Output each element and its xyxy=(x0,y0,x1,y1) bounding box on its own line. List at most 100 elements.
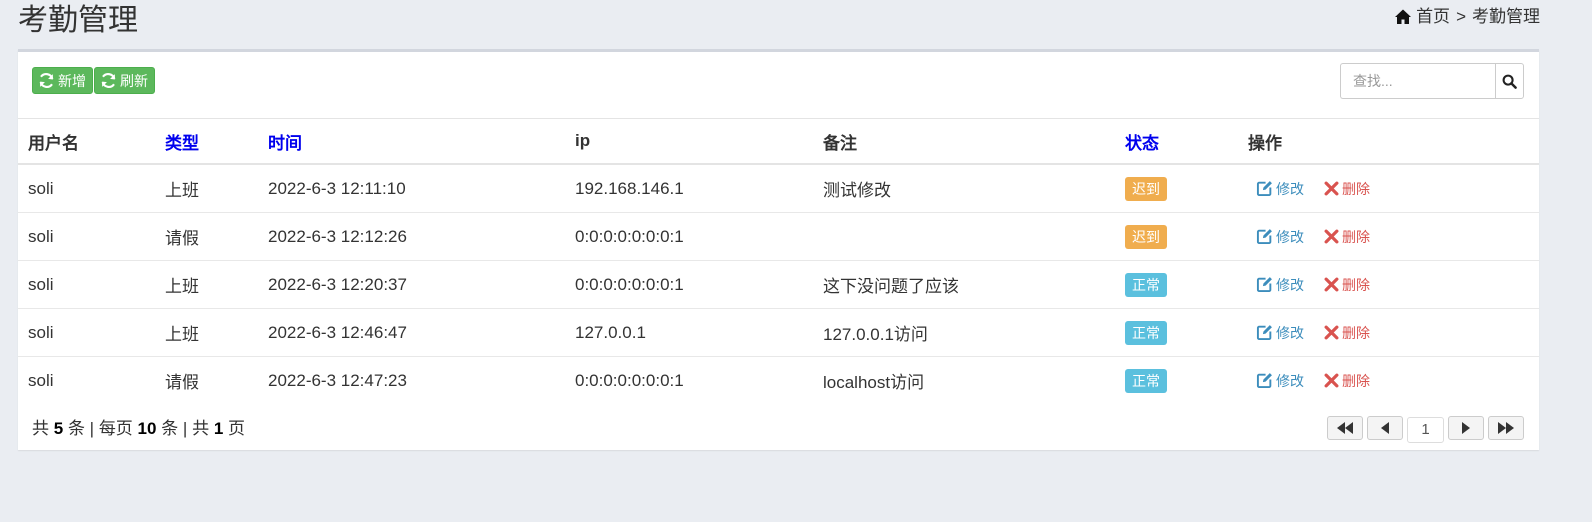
table-row: soli 请假 2022-6-3 12:47:23 0:0:0:0:0:0:0:1 lo… xyxy=(18,357,1539,405)
delete-label: 删除 xyxy=(1342,276,1370,293)
cell-ip: 0:0:0:0:0:0:0:1 xyxy=(565,260,813,309)
header-type[interactable]: 类型 xyxy=(155,118,258,165)
per-page-unit: 条 xyxy=(161,419,179,438)
cell-ip: 0:0:0:0:0:0:0:1 xyxy=(565,212,813,261)
breadcrumb: 首页 > 考勤管理 xyxy=(1394,6,1540,28)
cell-username: soli xyxy=(18,164,155,213)
delete-icon xyxy=(1324,181,1339,196)
refresh-button-label: 刷新 xyxy=(120,72,148,89)
header-username: 用户名 xyxy=(18,118,155,165)
cell-actions: 修改 删除 xyxy=(1238,308,1539,357)
pages-prefix: 共 xyxy=(192,419,210,438)
total-unit: 条 xyxy=(67,419,85,438)
delete-icon xyxy=(1324,277,1339,292)
pages-unit: 页 xyxy=(228,419,246,438)
cell-type: 上班 xyxy=(155,164,258,213)
edit-icon xyxy=(1256,373,1272,389)
search-input[interactable] xyxy=(1340,63,1495,99)
first-page-button[interactable] xyxy=(1327,416,1363,440)
prev-page-button[interactable] xyxy=(1367,416,1403,440)
delete-label: 删除 xyxy=(1342,372,1370,389)
cell-status: 迟到 xyxy=(1115,164,1238,213)
edit-link[interactable]: 修改 xyxy=(1256,323,1304,343)
attendance-panel: 新增 刷新 用户名 类型 xyxy=(18,49,1539,450)
status-badge: 迟到 xyxy=(1125,176,1167,201)
delete-link[interactable]: 删除 xyxy=(1324,371,1370,391)
edit-link[interactable]: 修改 xyxy=(1256,275,1304,295)
table-header-row: 用户名 类型 时间 ip 备注 状态 操作 xyxy=(18,118,1539,165)
refresh-button[interactable]: 刷新 xyxy=(94,67,155,94)
edit-icon xyxy=(1256,229,1272,245)
cell-note xyxy=(813,212,1115,261)
cell-time: 2022-6-3 12:12:26 xyxy=(258,212,565,261)
cell-ip: 0:0:0:0:0:0:0:1 xyxy=(575,370,684,390)
status-badge: 正常 xyxy=(1125,272,1167,297)
cell-username: soli xyxy=(28,370,54,390)
page-number-input[interactable]: 1 xyxy=(1407,417,1444,443)
step-backward-icon xyxy=(1381,422,1389,434)
search-button[interactable] xyxy=(1495,63,1524,99)
next-page-button[interactable] xyxy=(1448,416,1484,440)
cell-time: 2022-6-3 12:46:47 xyxy=(258,308,565,357)
header-note: 备注 xyxy=(813,118,1115,165)
per-page-count: 10 xyxy=(137,419,157,438)
breadcrumb-home-link[interactable]: 首页 xyxy=(1416,6,1450,28)
delete-link[interactable]: 删除 xyxy=(1324,275,1370,295)
table-body: soli 上班 2022-6-3 12:11:10 192.168.146.1 测试修改… xyxy=(18,164,1539,404)
cell-username: soli xyxy=(18,212,155,261)
total-count: 5 xyxy=(53,419,64,438)
toolbar: 新增 刷新 xyxy=(32,67,155,94)
table-row: soli 上班 2022-6-3 12:11:10 192.168.146.1 测试修改… xyxy=(18,164,1539,213)
delete-icon xyxy=(1324,373,1339,388)
cell-status: 迟到 xyxy=(1115,212,1238,261)
edit-icon xyxy=(1256,277,1272,293)
edit-icon xyxy=(1256,325,1272,341)
page-title: 考勤管理 xyxy=(18,4,138,37)
cell-actions: 修改 删除 xyxy=(1238,164,1539,213)
pages-count: 1 xyxy=(213,419,224,438)
edit-link[interactable]: 修改 xyxy=(1256,371,1304,391)
cell-actions: 修改 删除 xyxy=(1238,260,1539,309)
breadcrumb-current: 考勤管理 xyxy=(1472,7,1540,26)
total-prefix: 共 xyxy=(32,419,49,438)
delete-label: 删除 xyxy=(1342,324,1370,341)
refresh-icon xyxy=(39,73,54,88)
delete-link[interactable]: 删除 xyxy=(1324,179,1370,199)
status-badge: 正常 xyxy=(1125,368,1167,393)
cell-type: 请假 xyxy=(165,373,199,392)
header-ip: ip xyxy=(565,118,813,165)
cell-status: 正常 xyxy=(1115,308,1238,357)
add-button[interactable]: 新增 xyxy=(32,67,93,94)
edit-icon xyxy=(1256,181,1272,197)
edit-label: 修改 xyxy=(1276,372,1304,389)
refresh-icon xyxy=(101,73,116,88)
cell-type: 上班 xyxy=(155,308,258,357)
delete-label: 删除 xyxy=(1342,180,1370,197)
cell-status: 正常 xyxy=(1115,260,1238,309)
cell-note: 127.0.0.1访问 xyxy=(813,308,1115,357)
status-badge: 迟到 xyxy=(1125,224,1167,249)
cell-ip: 192.168.146.1 xyxy=(565,164,813,213)
cell-username: soli xyxy=(18,308,155,357)
header-time[interactable]: 时间 xyxy=(258,118,565,165)
cell-time: 2022-6-3 12:20:37 xyxy=(258,260,565,309)
cell-time: 2022-6-3 12:11:10 xyxy=(258,164,565,213)
cell-note: 测试修改 xyxy=(813,164,1115,213)
last-page-button[interactable] xyxy=(1488,416,1524,440)
cell-type: 请假 xyxy=(155,212,258,261)
cell-type: 上班 xyxy=(155,260,258,309)
delete-link[interactable]: 删除 xyxy=(1324,227,1370,247)
add-button-label: 新增 xyxy=(58,72,86,89)
breadcrumb-separator: > xyxy=(1456,7,1466,26)
edit-link[interactable]: 修改 xyxy=(1256,227,1304,247)
header-actions: 操作 xyxy=(1238,118,1539,165)
edit-link[interactable]: 修改 xyxy=(1256,179,1304,199)
delete-icon xyxy=(1324,229,1339,244)
edit-label: 修改 xyxy=(1276,276,1304,293)
header-status[interactable]: 状态 xyxy=(1115,118,1238,165)
edit-label: 修改 xyxy=(1276,228,1304,245)
cell-note: localhost访问 xyxy=(823,373,925,392)
delete-label: 删除 xyxy=(1342,228,1370,245)
delete-link[interactable]: 删除 xyxy=(1324,323,1370,343)
cell-actions: 修改 删除 xyxy=(1238,212,1539,261)
